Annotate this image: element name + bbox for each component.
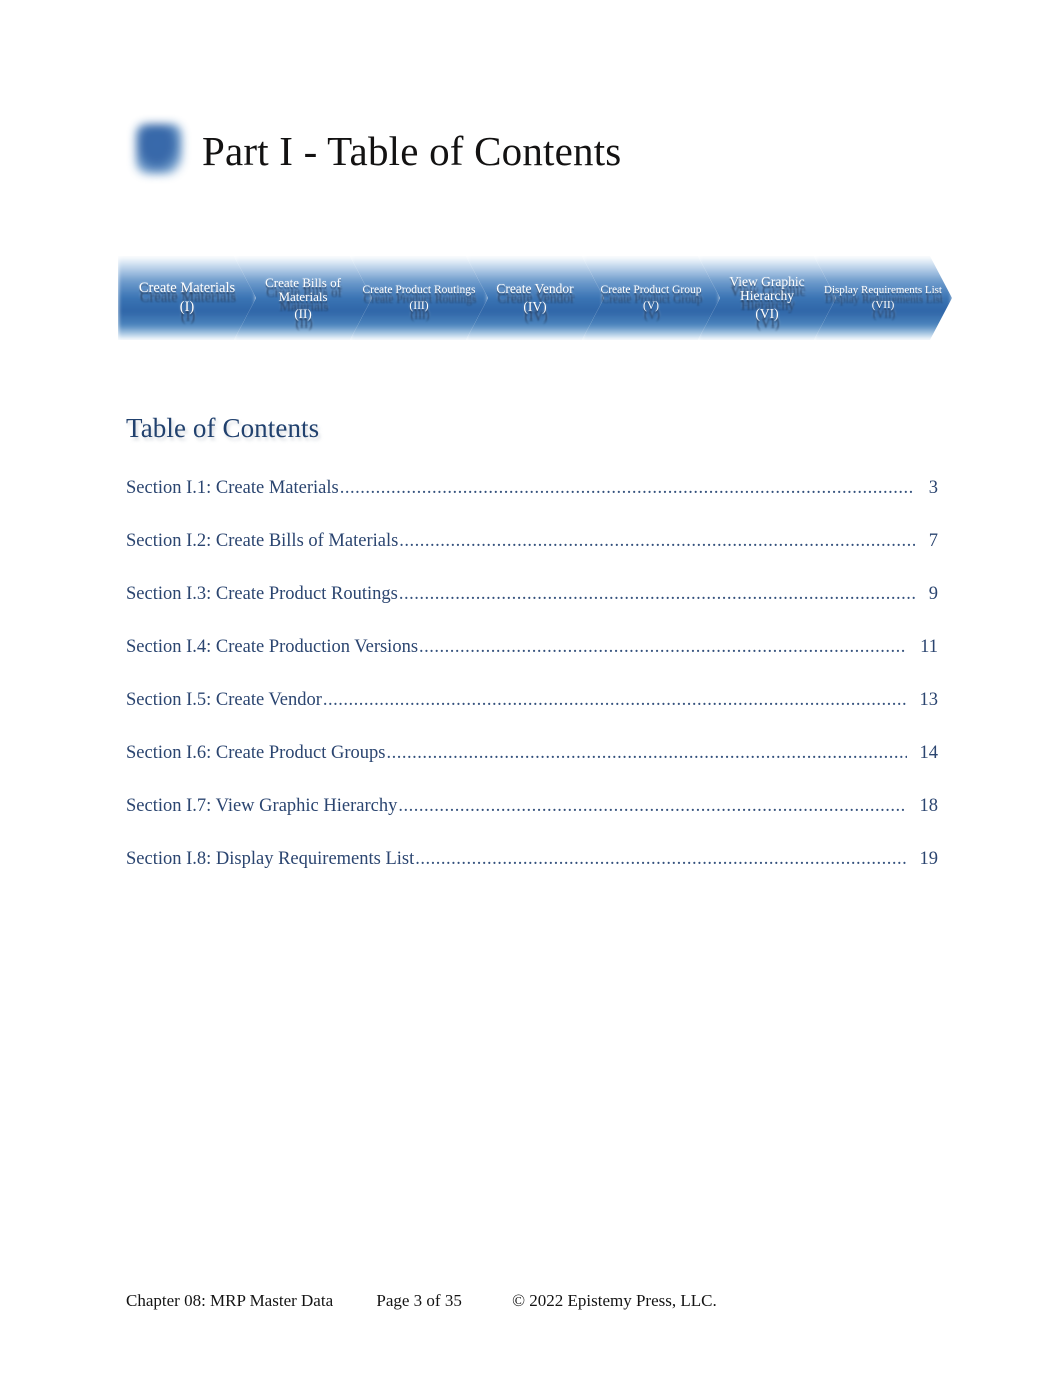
toc-entry-label: Section I.2: Create Bills of Materials xyxy=(126,531,399,551)
page-footer: Chapter 08: MRP Master Data Page 3 of 35… xyxy=(126,1291,946,1311)
toc-entry-page-number: 14 xyxy=(919,743,939,763)
toc-entry-page-number: 19 xyxy=(919,849,939,869)
toc-entry[interactable]: Section I.1: Create Materials...........… xyxy=(126,478,938,531)
toc-dot-leader: ........................................… xyxy=(398,584,915,604)
process-step-1-shape xyxy=(118,256,256,340)
document-page: Part I - Table of Contents Create Materi… xyxy=(0,0,1062,1377)
toc-entry[interactable]: Section I.8: Display Requirements List..… xyxy=(126,849,938,902)
toc-entry-page-number: 11 xyxy=(920,637,938,657)
toc-dot-leader: ........................................… xyxy=(399,531,915,551)
toc-heading: Table of Contents xyxy=(126,413,320,443)
toc-entry[interactable]: Section I.3: Create Product Routings....… xyxy=(126,584,938,637)
toc-dot-leader: ........................................… xyxy=(322,690,907,710)
process-flow-diagram: Create Materials (I) Create Materials (I) Cr… xyxy=(118,248,956,352)
toc-entry-page-number: 13 xyxy=(919,690,939,710)
toc-entry-label: Section I.8: Display Requirements List xyxy=(126,849,415,869)
toc-entry-label: Section I.5: Create Vendor xyxy=(126,690,322,710)
toc-entry[interactable]: Section I.7: View Graphic Hierarchy.....… xyxy=(126,796,938,849)
toc-entry-label: Section I.4: Create Production Versions xyxy=(126,637,419,657)
footer-page-number: Page 3 of 35 xyxy=(376,1291,462,1310)
toc-entry-page-number: 3 xyxy=(928,478,938,498)
toc-dot-leader: ........................................… xyxy=(386,743,907,763)
toc-entry-label: Section I.7: View Graphic Hierarchy xyxy=(126,796,398,816)
toc-entry-label: Section I.6: Create Product Groups xyxy=(126,743,386,763)
blue-rounded-square-icon xyxy=(136,124,182,174)
toc-dot-leader: ........................................… xyxy=(415,849,907,869)
toc-list: Section I.1: Create Materials...........… xyxy=(126,478,938,902)
page-title: Part I - Table of Contents xyxy=(202,128,622,174)
toc-entry[interactable]: Section I.6: Create Product Groups......… xyxy=(126,743,938,796)
toc-dot-leader: ........................................… xyxy=(339,478,915,498)
toc-entry-label: Section I.1: Create Materials xyxy=(126,478,339,498)
toc-dot-leader: ........................................… xyxy=(398,796,907,816)
footer-chapter: Chapter 08: MRP Master Data xyxy=(126,1291,334,1310)
toc-entry-label: Section I.3: Create Product Routings xyxy=(126,584,398,604)
toc-entry[interactable]: Section I.5: Create Vendor..............… xyxy=(126,690,938,743)
toc-entry-page-number: 9 xyxy=(928,584,938,604)
toc-entry-page-number: 18 xyxy=(919,796,939,816)
footer-copyright: © 2022 Epistemy Press, LLC. xyxy=(512,1291,717,1310)
toc-entry[interactable]: Section I.4: Create Production Versions.… xyxy=(126,637,938,690)
toc-dot-leader: ........................................… xyxy=(419,637,907,657)
page-title-block: Part I - Table of Contents xyxy=(126,108,1006,198)
toc-entry[interactable]: Section I.2: Create Bills of Materials..… xyxy=(126,531,938,584)
toc-entry-page-number: 7 xyxy=(928,531,938,551)
